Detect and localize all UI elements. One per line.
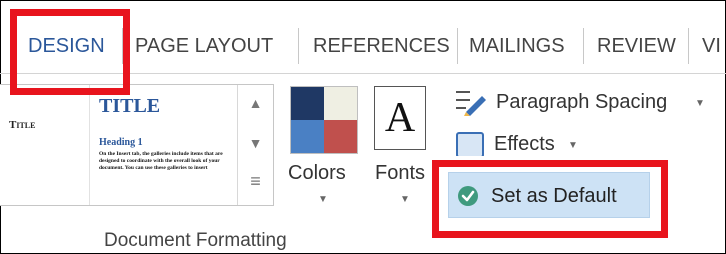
thumbnail-title: TITLE bbox=[99, 95, 161, 117]
chevron-down-icon: ▼ bbox=[400, 194, 410, 205]
effects-label: Effects bbox=[494, 133, 555, 155]
colors-label: Colors bbox=[288, 162, 346, 184]
chevron-down-icon: ▼ bbox=[695, 98, 705, 109]
style-set-thumbnail[interactable]: TITLE Heading 1 On the Insert tab, the g… bbox=[89, 85, 235, 205]
tab-divider bbox=[583, 28, 584, 64]
chevron-down-icon: ▼ bbox=[318, 194, 328, 205]
scroll-up-button[interactable]: ▲ bbox=[238, 85, 273, 121]
swatch-cell bbox=[291, 120, 324, 153]
effects-icon bbox=[456, 132, 484, 156]
scroll-down-button[interactable]: ▼ bbox=[238, 125, 273, 161]
paragraph-spacing-label: Paragraph Spacing bbox=[496, 91, 668, 113]
swatch-cell bbox=[291, 87, 324, 120]
gallery-scroller: ▲ ▼ ≡ bbox=[237, 85, 273, 205]
font-a-icon: A bbox=[374, 86, 426, 150]
effects-button[interactable]: Effects ▼ bbox=[454, 126, 604, 156]
highlight-box-design-tab bbox=[10, 9, 130, 95]
swatch-cell bbox=[324, 120, 357, 153]
thumbnail-heading: Heading 1 bbox=[99, 137, 143, 148]
fonts-button[interactable]: A Fonts ▼ bbox=[368, 82, 438, 210]
paragraph-spacing-button[interactable]: Paragraph Spacing ▼ bbox=[454, 82, 714, 124]
style-set-thumbnail[interactable]: Title bbox=[0, 85, 90, 205]
highlight-box-set-as-default bbox=[432, 160, 668, 238]
swatch-cell bbox=[324, 87, 357, 120]
paragraph-spacing-icon bbox=[456, 91, 486, 116]
thumbnail-title: Title bbox=[9, 119, 36, 131]
tab-divider bbox=[688, 28, 689, 64]
tab-view[interactable]: VI bbox=[702, 20, 721, 72]
tab-references[interactable]: REFERENCES bbox=[313, 20, 450, 72]
tab-review[interactable]: REVIEW bbox=[597, 20, 676, 72]
style-set-gallery[interactable]: Title TITLE Heading 1 On the Insert tab,… bbox=[0, 84, 274, 206]
colors-button[interactable]: Colors ▼ bbox=[284, 82, 362, 210]
tab-page-layout[interactable]: PAGE LAYOUT bbox=[135, 20, 273, 72]
thumbnail-body-text: On the Insert tab, the galleries include… bbox=[99, 151, 223, 171]
chevron-down-icon: ▼ bbox=[568, 140, 578, 151]
tab-divider bbox=[298, 28, 299, 64]
more-button[interactable]: ≡ bbox=[238, 163, 273, 199]
colors-swatch-icon bbox=[290, 86, 358, 154]
fonts-label: Fonts bbox=[375, 162, 426, 184]
tab-mailings[interactable]: MAILINGS bbox=[469, 20, 565, 72]
group-label: Document Formatting bbox=[104, 230, 287, 251]
tab-divider bbox=[457, 28, 458, 64]
